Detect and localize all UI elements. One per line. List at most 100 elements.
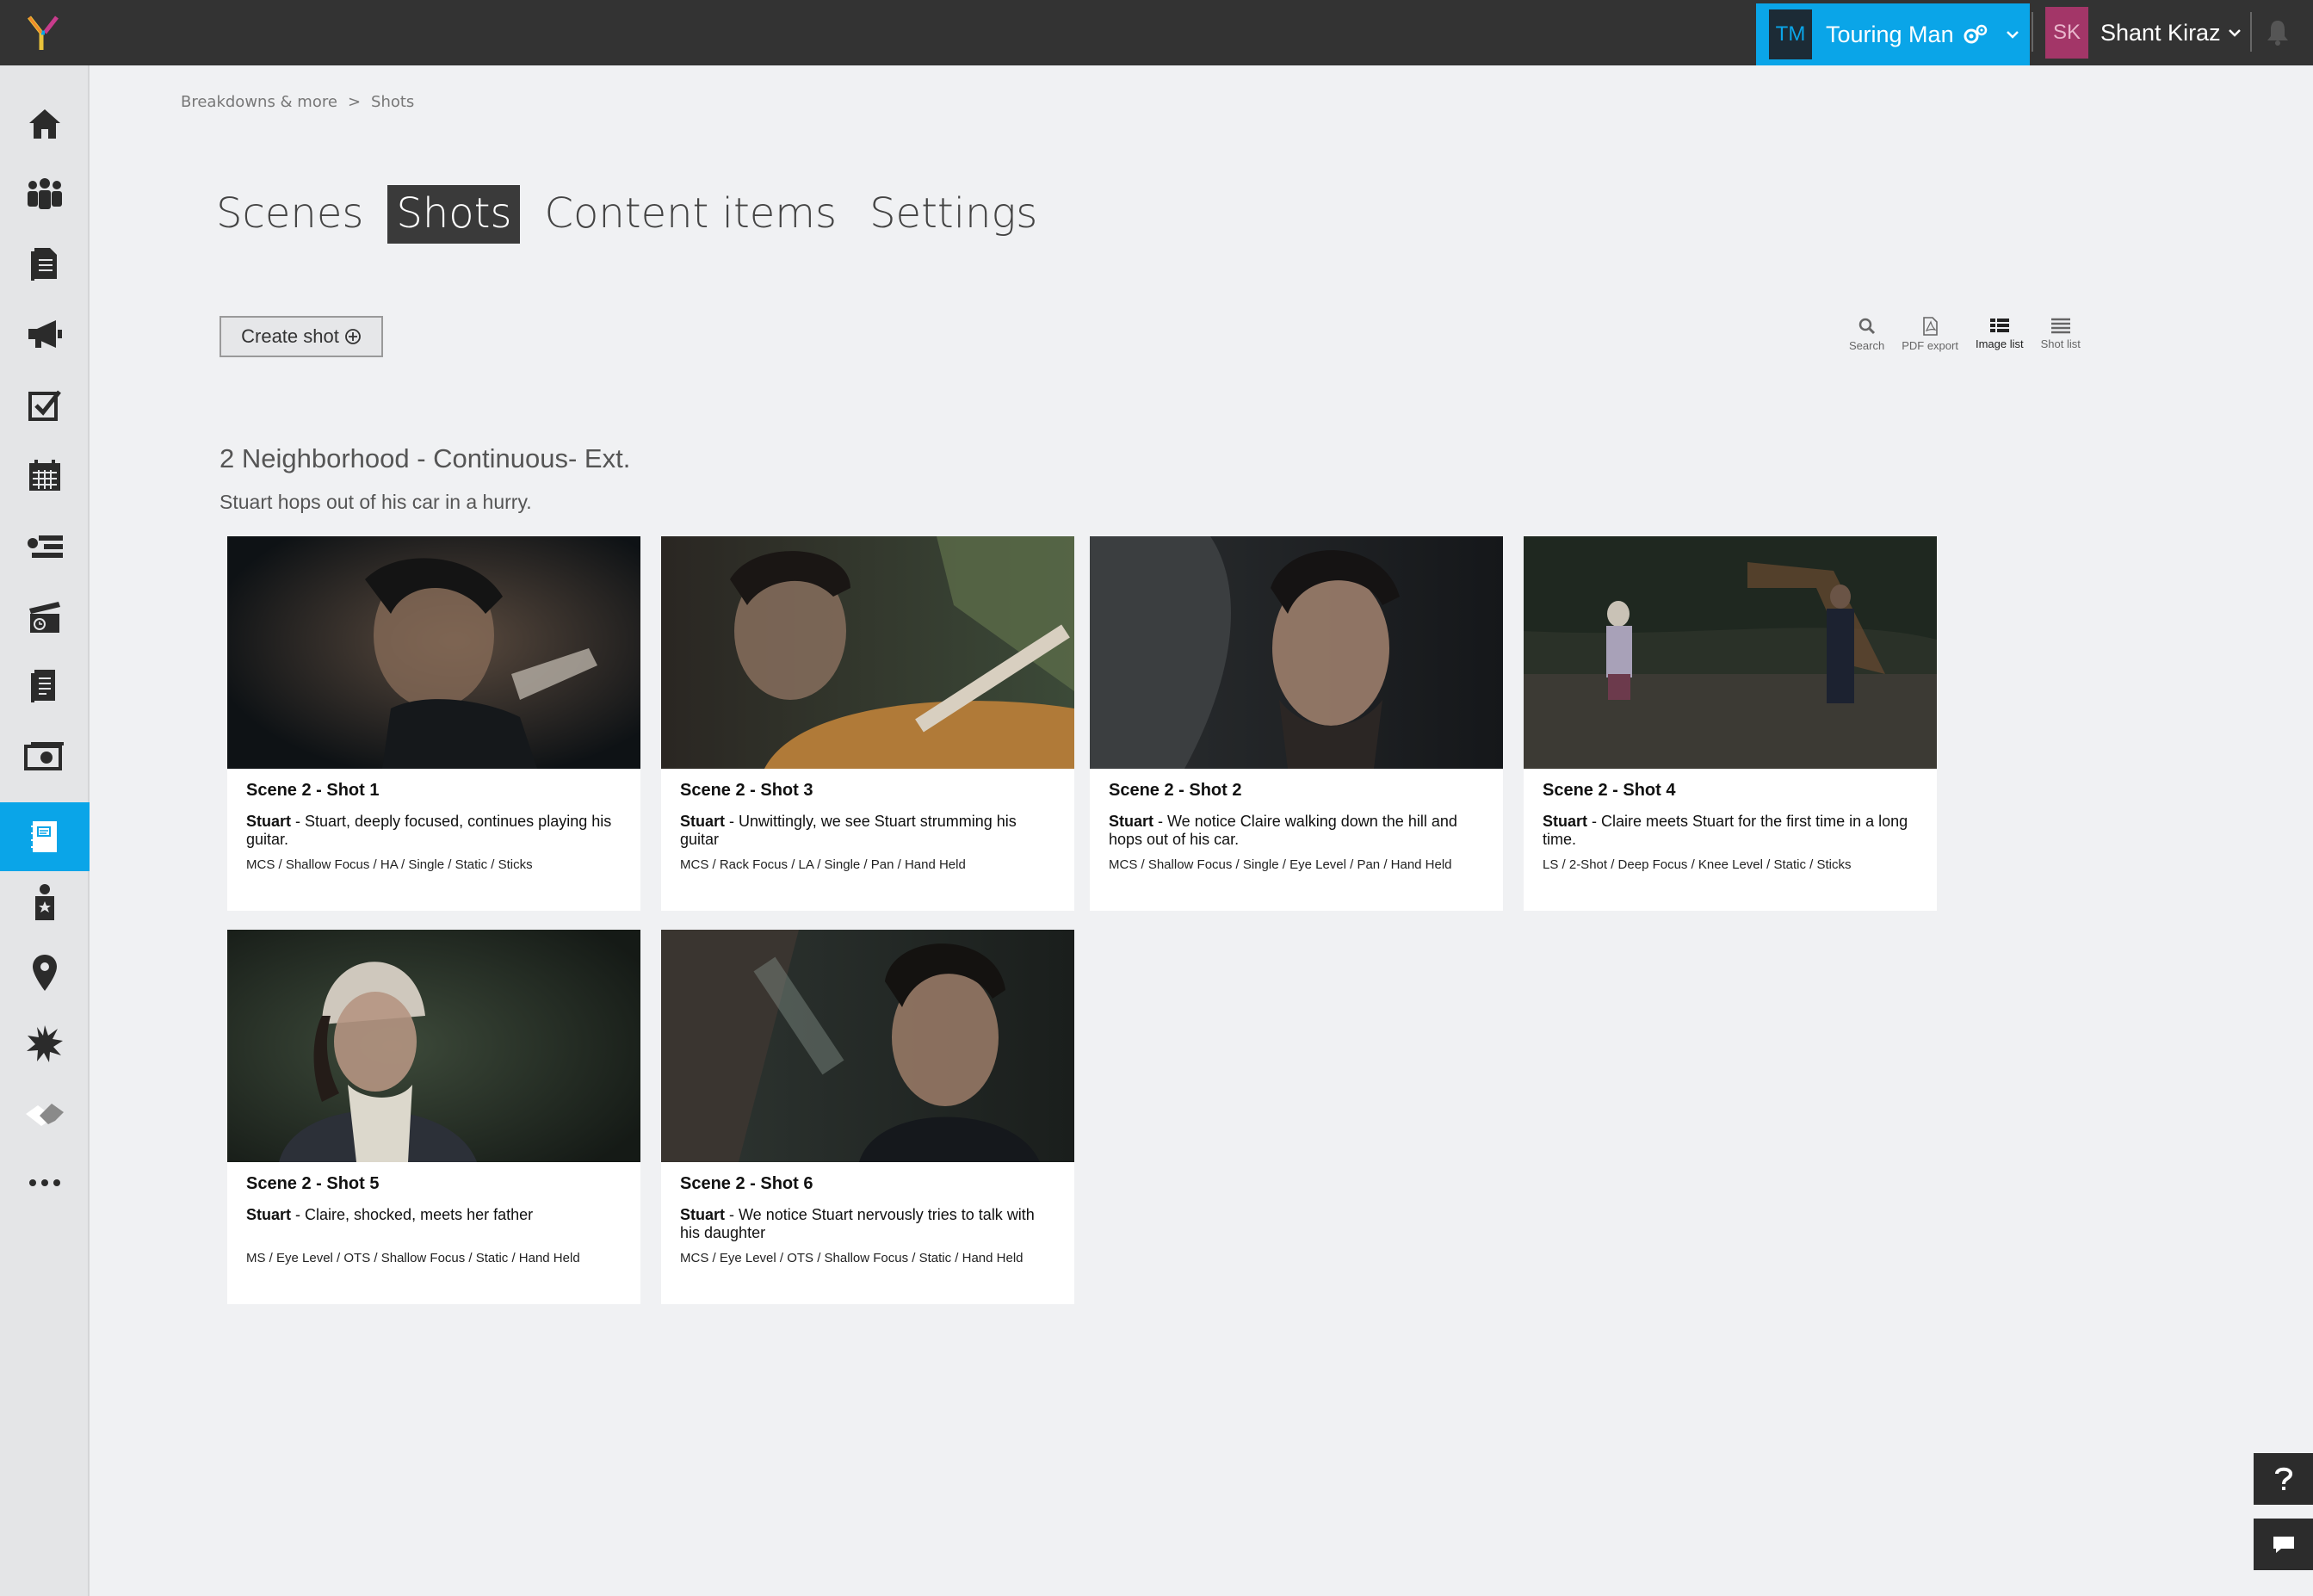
sidebar-item-locations[interactable] [0,938,90,1007]
home-icon [29,109,60,139]
sidebar-item-calendar[interactable] [0,441,90,510]
shot-title: Scene 2 - Shot 5 [246,1174,380,1193]
shot-title: Scene 2 - Shot 6 [680,1174,813,1193]
checkbox-icon [28,390,61,421]
breakdown-icon [31,821,57,852]
shot-title: Scene 2 - Shot 1 [246,781,380,800]
tab-scenes[interactable]: Scenes [207,185,372,244]
create-shot-button[interactable]: Create shot [220,316,383,357]
shot-list-button[interactable]: Shot list [2041,317,2081,352]
shot-card[interactable]: Scene 2 - Shot 2 Stuart - We notice Clai… [1090,536,1503,911]
handshake-icon [26,1104,64,1126]
tab-content-items[interactable]: Content items [535,185,845,244]
app-logo-icon[interactable] [22,12,64,53]
shot-card[interactable]: Scene 2 - Shot 6 Stuart - We notice Stua… [661,930,1074,1304]
shot-tags: MCS / Shallow Focus / Single / Eye Level… [1109,857,1452,872]
sidebar-item-stripboard[interactable] [0,511,90,580]
shot-description: Stuart - Claire meets Stuart for the fir… [1543,813,1918,849]
stripboard-icon [28,535,63,558]
shot-description-text: - Unwittingly, we see Stuart strumming h… [680,813,1017,848]
shot-card[interactable]: Scene 2 - Shot 1 Stuart - Stuart, deeply… [227,536,640,911]
people-icon [28,178,62,209]
create-shot-label: Create shot [241,325,339,347]
location-icon [33,955,57,991]
help-button[interactable] [2254,1453,2313,1505]
sidebar-item-cast[interactable] [0,868,90,937]
shot-title: Scene 2 - Shot 3 [680,781,813,800]
shot-description: Stuart - Claire, shocked, meets her fath… [246,1206,622,1242]
effects-icon [27,1025,63,1062]
shot-tags: MCS / Eye Level / OTS / Shallow Focus / … [680,1251,1024,1265]
top-bar: TM Touring Man SK Shant Kiraz [0,0,2313,65]
sidebar-item-tasks[interactable] [0,370,90,439]
project-switcher[interactable]: TM Touring Man [1756,3,2030,65]
shot-card[interactable]: Scene 2 - Shot 4 Stuart - Claire meets S… [1524,536,1937,911]
shot-character: Stuart [246,1206,292,1223]
plus-circle-icon [344,329,361,344]
breadcrumb-separator: > [347,93,362,111]
question-icon [2274,1467,2292,1490]
user-menu[interactable]: SK Shant Kiraz [2045,5,2242,60]
image-list-icon [1989,319,2009,332]
chat-button[interactable] [2254,1519,2313,1570]
search-button[interactable]: Search [1849,317,1884,352]
chevron-down-icon[interactable] [2006,29,2019,40]
shot-list-icon [2050,318,2070,334]
section-tabs: Scenes Shots Content items Settings [207,185,1061,244]
shot-description-text: - Stuart, deeply focused, continues play… [246,813,612,848]
sidebar-item-more[interactable] [0,1148,90,1217]
avatar: SK [2045,7,2088,59]
shot-tags: LS / 2-Shot / Deep Focus / Knee Level / … [1543,857,1852,872]
money-icon [24,742,64,770]
megaphone-icon [28,320,62,348]
shot-card[interactable]: Scene 2 - Shot 5 Stuart - Claire, shocke… [227,930,640,1304]
sidebar-item-home[interactable] [0,90,90,158]
sidebar-item-breakdowns[interactable] [0,802,90,871]
scene-title: 2 Neighborhood - Continuous- Ext. [220,443,631,473]
shot-tags: MS / Eye Level / OTS / Shallow Focus / S… [246,1251,580,1265]
shot-card[interactable]: Scene 2 - Shot 3 Stuart - Unwittingly, w… [661,536,1074,911]
shot-tags: MCS / Rack Focus / LA / Single / Pan / H… [680,857,966,872]
sidebar-item-documents[interactable] [0,229,90,298]
breadcrumb-parent-link[interactable]: Breakdowns & more [181,93,337,111]
sidebar-item-announcements[interactable] [0,300,90,368]
tab-settings[interactable]: Settings [861,185,1046,244]
shot-title: Scene 2 - Shot 4 [1543,781,1676,800]
shot-description: Stuart - We notice Stuart nervously trie… [680,1206,1055,1242]
shot-title: Scene 2 - Shot 2 [1109,781,1242,800]
bell-icon[interactable] [2266,19,2290,46]
search-label: Search [1849,339,1885,352]
shot-thumbnail [227,930,640,1162]
sidebar-item-budget[interactable] [0,721,90,790]
shot-description-text: - We notice Stuart nervously tries to ta… [680,1206,1035,1241]
document-icon [31,248,57,281]
sidebar [0,65,90,1596]
breadcrumb-current: Shots [371,93,415,111]
shot-description: Stuart - We notice Claire walking down t… [1109,813,1484,849]
shot-thumbnail [661,536,1074,769]
view-toolbar: Search PDF export Image list Shot list [1849,317,2098,352]
tab-shots[interactable]: Shots [387,185,521,244]
shot-character: Stuart [1543,813,1588,830]
shot-description: Stuart - Unwittingly, we see Stuart stru… [680,813,1055,849]
shot-description-text: - Claire meets Stuart for the first time… [1543,813,1908,848]
script-icon [31,670,55,702]
project-avatar: TM [1769,9,1812,59]
sidebar-item-deals[interactable] [0,1079,90,1148]
sidebar-item-schedule[interactable] [0,582,90,651]
clapperboard-icon [29,602,60,633]
shot-character: Stuart [1109,813,1154,830]
pdf-export-button[interactable]: PDF export [1902,317,1958,352]
shot-thumbnail [227,536,640,769]
project-name: Touring Man [1826,21,1954,47]
gears-icon[interactable] [1963,23,1988,46]
more-icon [29,1179,60,1186]
shot-thumbnail [1090,536,1503,769]
sidebar-item-team[interactable] [0,160,90,229]
pdf-icon [1923,317,1938,336]
sidebar-item-effects[interactable] [0,1009,90,1078]
image-list-button[interactable]: Image list [1976,317,2024,352]
sidebar-item-scripts[interactable] [0,651,90,720]
chevron-down-icon[interactable] [2228,28,2242,38]
chat-icon [2273,1537,2294,1553]
